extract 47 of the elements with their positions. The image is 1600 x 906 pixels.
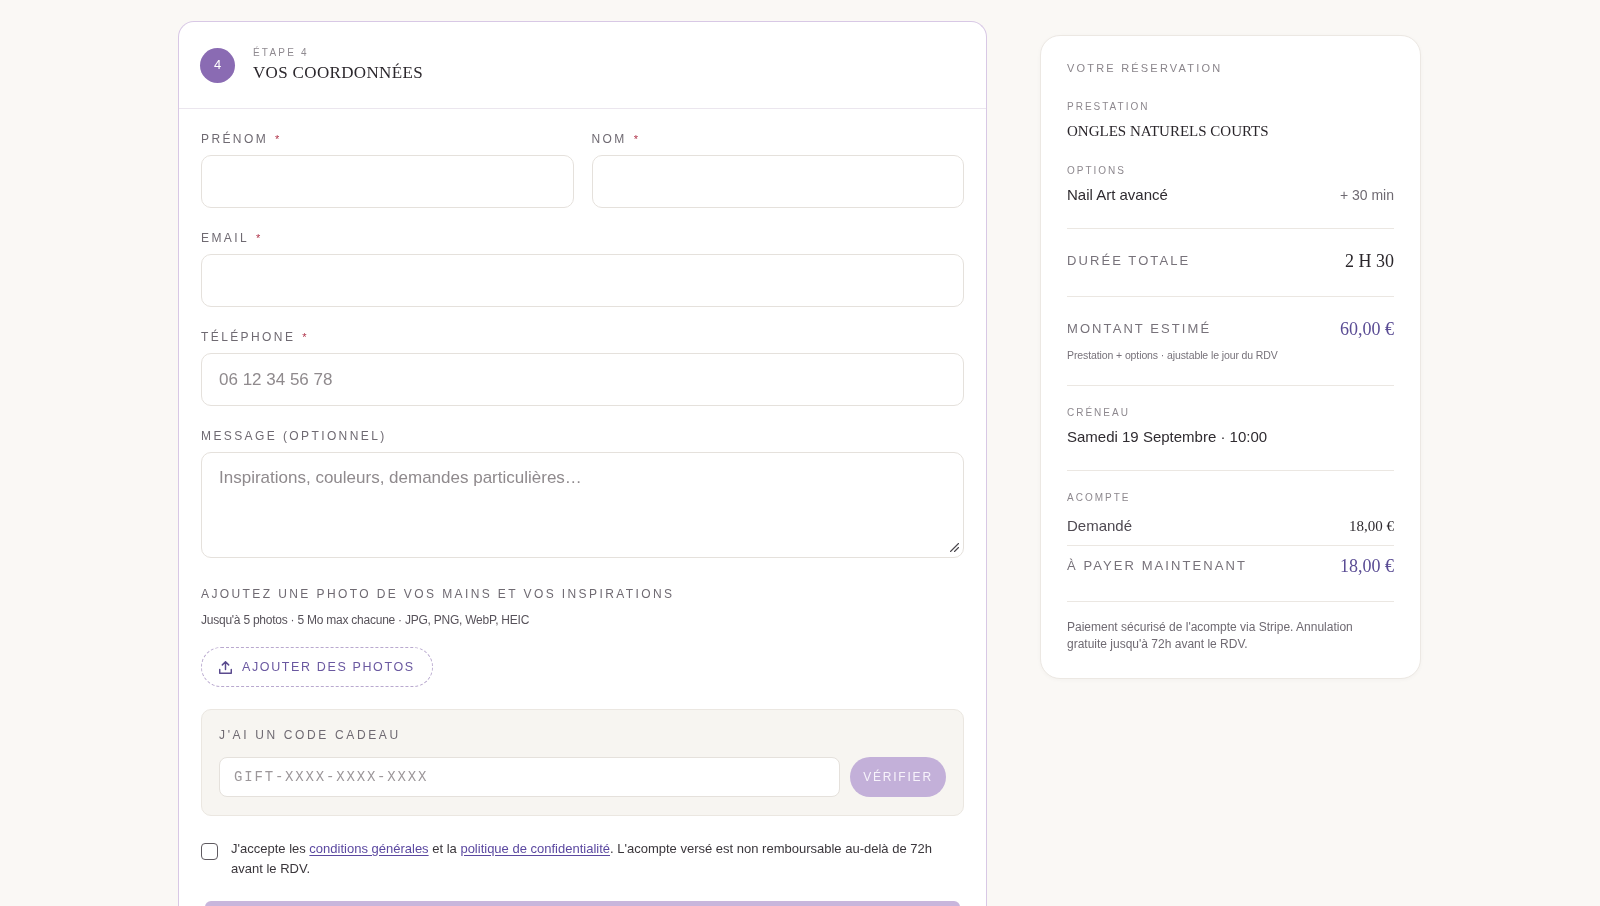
summary-label: PRESTATION	[1067, 100, 1151, 114]
message-field[interactable]: Inspirations, couleurs, demandes particulières…	[201, 452, 964, 558]
payment-note: Paiement sécurisé de l'acompte via Stripe. Annulation gratuite jusqu'à 72h avant le RDV.	[1067, 619, 1354, 653]
field-label: EMAIL	[201, 230, 249, 246]
option-duration: + 30 min	[1339, 186, 1394, 205]
option-name: Nail Art avancé	[1067, 185, 1168, 205]
total-value: 60,00 €	[1340, 317, 1394, 341]
field-label: PRÉNOM	[201, 131, 269, 147]
deposit-label: Demandé	[1067, 515, 1133, 536]
text-input-field[interactable]: 06 12 34 56 78	[201, 353, 964, 406]
text-input-field[interactable]	[201, 155, 574, 208]
text-input-field[interactable]	[591, 155, 964, 208]
total-label: MONTANT ESTIMÉ	[1067, 320, 1212, 339]
text-link[interactable]: conditions générales	[309, 841, 429, 856]
consent-checkbox[interactable]	[201, 843, 218, 860]
upload-hint: Jusqu'à 5 photos · 5 Mo max chacune · JPG, PNG, WebP, HEIC	[201, 612, 531, 628]
required-mark: *	[302, 330, 307, 345]
section-title: J'AI UN CODE CADEAU	[219, 727, 402, 743]
total-value: 18,00 €	[1340, 554, 1394, 578]
step-title: VOS COORDONNÉES	[253, 62, 423, 84]
price-note: Prestation + options · ajustable le jour du RDV	[1067, 348, 1279, 362]
deposit-amount: 18,00 €	[1349, 516, 1394, 536]
add-photos-button[interactable]: AJOUTER DES PHOTOS	[201, 647, 433, 687]
summary-label: CRÉNEAU	[1067, 406, 1131, 420]
total-value: 2 H 30	[1345, 249, 1394, 273]
text-link[interactable]: politique de confidentialité	[460, 841, 610, 856]
total-label: DURÉE TOTALE	[1067, 252, 1191, 271]
upload-icon	[219, 660, 232, 674]
step-badge: 4	[200, 47, 235, 83]
required-mark: *	[256, 231, 261, 246]
gift-code-field[interactable]: GIFT-XXXX-XXXX-XXXX	[219, 757, 840, 797]
step-label: ÉTAPE 4	[253, 46, 310, 60]
consent-text: J'accepte les conditions générales et la politique de confidentialité. L'acompte versé est non remboursable au-delà de 72h avant le RDV.	[231, 840, 933, 878]
summary-label: ACOMPTE	[1067, 491, 1132, 505]
summary-label: OPTIONS	[1067, 164, 1127, 178]
service-name: ONGLES NATURELS COURTS	[1067, 122, 1270, 141]
resize-grip-icon[interactable]	[950, 543, 959, 552]
field-label: TÉLÉPHONE	[201, 329, 296, 345]
text-input-field[interactable]	[201, 254, 964, 307]
summary-title: VOTRE RÉSERVATION	[1067, 61, 1224, 75]
field-label: NOM	[591, 131, 627, 147]
appointment-slot: Samedi 19 Septembre · 10:00	[1067, 427, 1394, 447]
required-mark: *	[633, 132, 638, 147]
required-mark: *	[275, 132, 280, 147]
field-label: MESSAGE (OPTIONNEL)	[201, 428, 387, 444]
total-label: À PAYER MAINTENANT	[1067, 557, 1247, 576]
section-title: AJOUTEZ UNE PHOTO DE VOS MAINS ET VOS INSPIRATIONS	[201, 586, 676, 602]
